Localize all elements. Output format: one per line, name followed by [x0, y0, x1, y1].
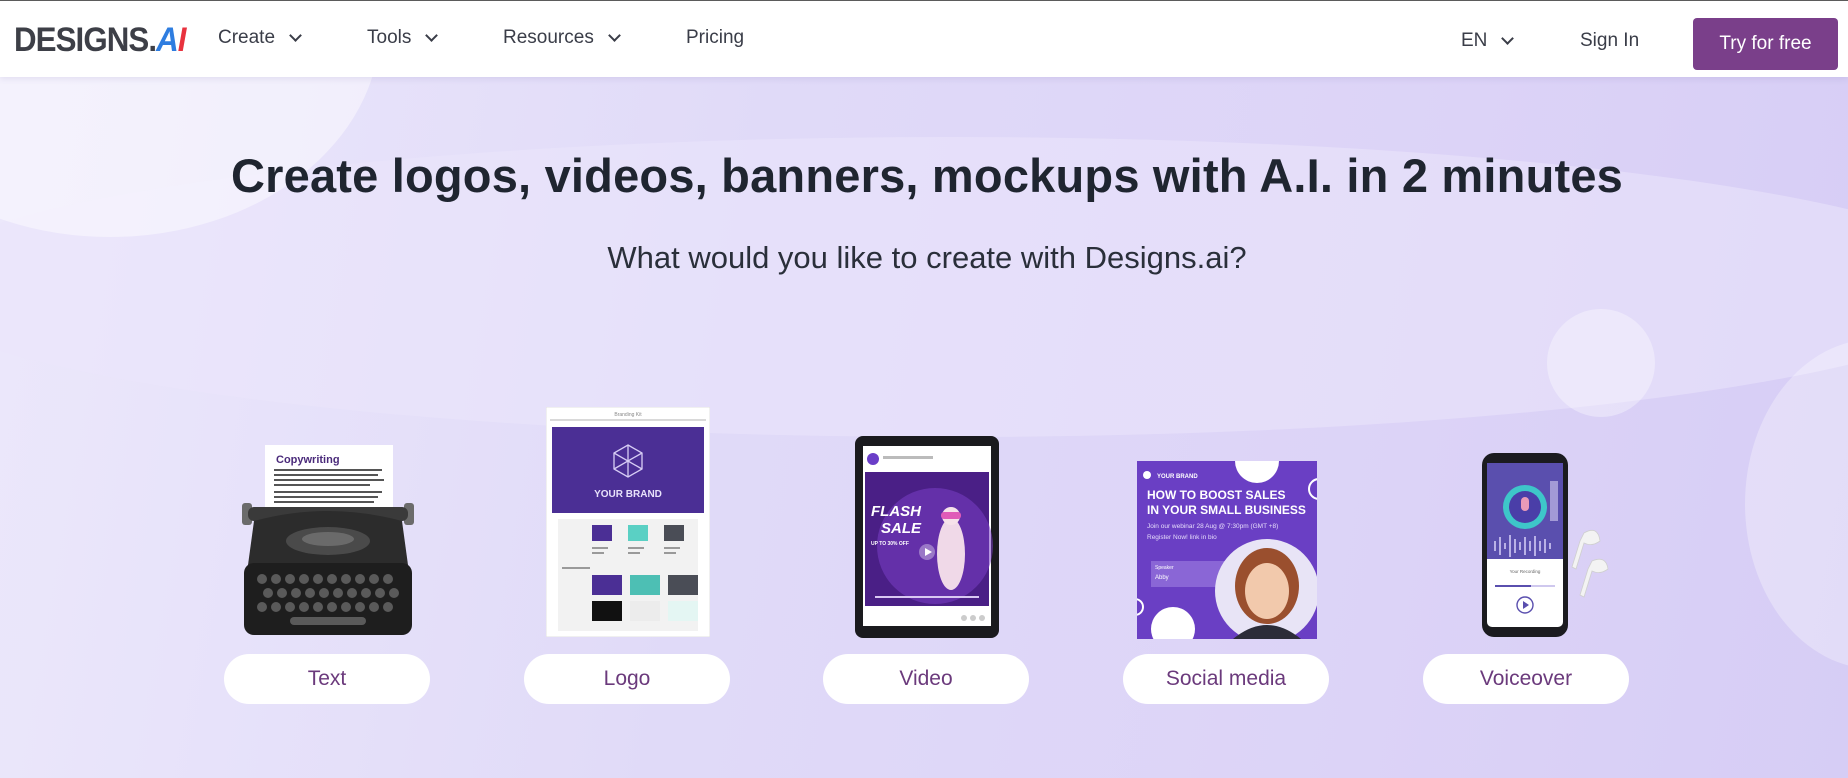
brand-logo-ai: AI [156, 21, 186, 59]
option-social-media-label: Social media [1165, 667, 1287, 690]
flash-text: FLASH [871, 503, 922, 520]
nav-pricing-label: Pricing [686, 27, 745, 48]
post-title-line2: IN YOUR SMALL BUSINESS [1147, 503, 1306, 517]
typewriter-icon[interactable]: Copywriting [240, 445, 416, 637]
post-register-text: Register Now! link in bio [1147, 534, 1217, 541]
nav-tools-label: Tools [367, 27, 412, 48]
option-voiceover-button[interactable]: Voiceover [1423, 654, 1629, 704]
language-selector[interactable]: EN [1461, 30, 1515, 52]
up-to-text: UP TO 30% OFF [871, 541, 909, 547]
hero-subheadline: What would you like to create with Desig… [607, 240, 1247, 275]
nav-resources[interactable]: Resources [503, 27, 621, 49]
option-text-button[interactable]: Text [224, 654, 430, 704]
background-circle [1745, 339, 1848, 669]
branding-kit-header: Branding Kit [614, 412, 642, 418]
brand-logo-text: DESIGNS. [14, 21, 157, 59]
sale-text: SALE [881, 520, 922, 537]
nav-pricing[interactable]: Pricing [686, 27, 744, 49]
option-logo-button[interactable]: Logo [524, 654, 730, 704]
your-recording-text: Your Recording [1510, 569, 1541, 574]
chevron-down-icon [607, 29, 621, 42]
option-text-label: Text [307, 667, 347, 690]
copywriting-title: Copywriting [276, 454, 340, 466]
sign-in-link[interactable]: Sign In [1580, 30, 1639, 52]
try-for-free-label: Try for free [1719, 33, 1812, 54]
speaker-label: Speaker [1155, 565, 1174, 571]
brand-logo[interactable]: DESIGNS. AI [14, 21, 187, 59]
post-webinar-text: Join our webinar 28 Aug @ 7:30pm (GMT +8… [1147, 523, 1278, 530]
chevron-down-icon [1501, 32, 1515, 45]
option-social-media-button[interactable]: Social media [1123, 654, 1329, 704]
phone-voice-icon[interactable]: Your Recording [1480, 451, 1612, 639]
nav-resources-label: Resources [503, 27, 594, 48]
background-circle [1547, 309, 1655, 417]
top-navbar: DESIGNS. AI Create Tools Resources Prici… [0, 0, 1848, 77]
try-for-free-button[interactable]: Try for free [1693, 18, 1838, 70]
speaker-name: Abby [1155, 575, 1169, 581]
tablet-video-icon[interactable]: FLASH SALE UP TO 30% OFF [855, 436, 999, 638]
post-brand-text: YOUR BRAND [1157, 474, 1198, 480]
sign-in-label: Sign In [1580, 30, 1640, 51]
post-title-line1: HOW TO BOOST SALES [1147, 488, 1285, 502]
option-voiceover-label: Voiceover [1479, 667, 1573, 690]
social-post-icon[interactable]: YOUR BRAND HOW TO BOOST SALES IN YOUR SM… [1137, 461, 1317, 639]
your-brand-text: YOUR BRAND [594, 489, 662, 500]
option-logo-label: Logo [603, 667, 651, 690]
hero-headline: Create logos, videos, banners, mockups w… [230, 149, 1624, 202]
chevron-down-icon [425, 29, 439, 42]
language-label: EN [1461, 30, 1488, 51]
nav-create[interactable]: Create [218, 27, 302, 49]
brand-sheet-icon[interactable]: Branding Kit YOUR BRAND [546, 407, 710, 637]
option-video-label: Video [899, 667, 953, 690]
option-video-button[interactable]: Video [823, 654, 1029, 704]
nav-tools[interactable]: Tools [367, 27, 439, 49]
nav-create-label: Create [218, 27, 276, 48]
chevron-down-icon [289, 29, 302, 42]
hero-section: Create logos, videos, banners, mockups w… [0, 77, 1848, 778]
